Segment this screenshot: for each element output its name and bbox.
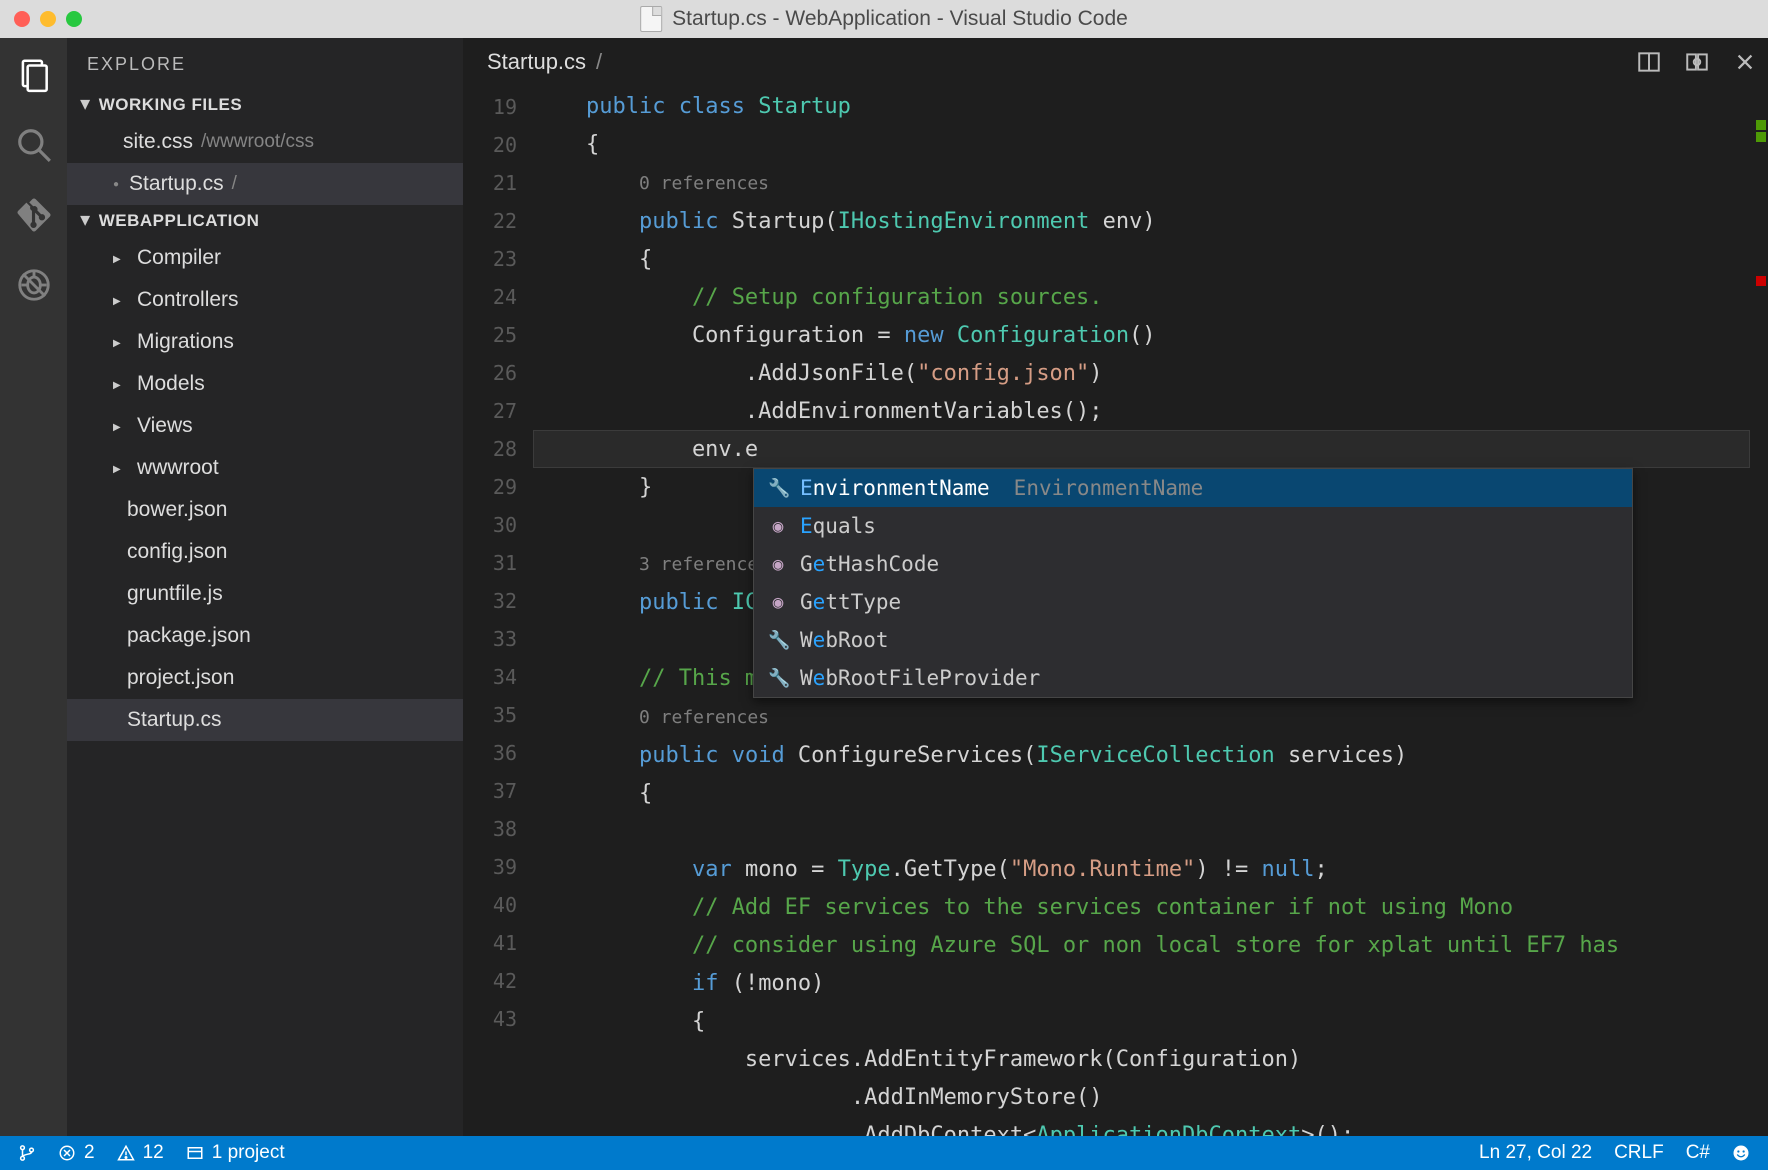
minimize-window-button[interactable] bbox=[40, 11, 56, 27]
wrench-icon: 🔧 bbox=[768, 630, 788, 651]
split-editor-icon[interactable] bbox=[1636, 49, 1662, 75]
working-file-item[interactable]: site.css/wwwroot/css bbox=[67, 121, 463, 163]
dirty-indicator: ● bbox=[113, 179, 119, 190]
file-hint: / bbox=[232, 173, 237, 195]
line-numbers: 1920212223242526272829303132333435363738… bbox=[463, 86, 533, 1038]
overview-mark bbox=[1756, 132, 1766, 142]
folder-item[interactable]: Migrations bbox=[67, 321, 463, 363]
suggest-item[interactable]: ◉GetHashCode bbox=[754, 545, 1632, 583]
status-bar: 2 12 1 project Ln 27, Col 22 CRLF C# bbox=[0, 1136, 1768, 1170]
editor-body[interactable]: 1920212223242526272829303132333435363738… bbox=[463, 86, 1768, 1136]
chevron-right-icon bbox=[113, 461, 127, 475]
status-projects[interactable]: 1 project bbox=[186, 1142, 285, 1164]
tree-item-label: project.json bbox=[127, 666, 234, 690]
overview-mark bbox=[1756, 276, 1766, 286]
file-item[interactable]: gruntfile.js bbox=[67, 573, 463, 615]
folder-item[interactable]: Models bbox=[67, 363, 463, 405]
activity-bar bbox=[0, 38, 67, 1136]
tab-active-name[interactable]: Startup.cs bbox=[487, 49, 586, 75]
search-icon[interactable] bbox=[15, 126, 53, 164]
status-ln-col[interactable]: Ln 27, Col 22 bbox=[1479, 1142, 1592, 1164]
editor-group: Startup.cs / 192021222324252627282930313… bbox=[463, 38, 1768, 1136]
overview-mark bbox=[1756, 120, 1766, 130]
chevron-right-icon bbox=[113, 335, 127, 349]
suggest-item[interactable]: 🔧WebRoot bbox=[754, 621, 1632, 659]
file-item[interactable]: project.json bbox=[67, 657, 463, 699]
suggest-widget[interactable]: 🔧EnvironmentNameEnvironmentName◉Equals◉G… bbox=[753, 468, 1633, 698]
cube-icon: ◉ bbox=[768, 516, 788, 537]
tree-item-label: wwwroot bbox=[137, 456, 219, 480]
git-icon[interactable] bbox=[15, 196, 53, 234]
chevron-down-icon: ▶ bbox=[79, 100, 93, 110]
working-files-label: WORKING FILES bbox=[99, 95, 242, 115]
tree-item-label: Models bbox=[137, 372, 205, 396]
project-label: WEBAPPLICATION bbox=[99, 211, 260, 231]
suggest-item[interactable]: 🔧WebRootFileProvider bbox=[754, 659, 1632, 697]
tab-active-hint: / bbox=[596, 49, 602, 75]
working-files-list: site.css/wwwroot/css ● Startup.cs / bbox=[67, 121, 463, 205]
suggest-detail: EnvironmentName bbox=[1014, 476, 1204, 500]
tree-item-label: config.json bbox=[127, 540, 227, 564]
tree-item-label: Startup.cs bbox=[127, 708, 222, 732]
zoom-window-button[interactable] bbox=[66, 11, 82, 27]
suggest-item[interactable]: ◉Equals bbox=[754, 507, 1632, 545]
project-section[interactable]: ▶ WEBAPPLICATION bbox=[67, 205, 463, 237]
editor-tabline: Startup.cs / bbox=[463, 38, 1768, 86]
cube-icon: ◉ bbox=[768, 592, 788, 613]
titlebar: Startup.cs - WebApplication - Visual Stu… bbox=[0, 0, 1768, 38]
status-warnings[interactable]: 12 bbox=[117, 1142, 164, 1164]
file-item[interactable]: package.json bbox=[67, 615, 463, 657]
explorer-icon[interactable] bbox=[15, 56, 53, 94]
status-errors-count: 2 bbox=[84, 1142, 95, 1164]
file-name: Startup.cs bbox=[129, 172, 224, 196]
tree-item-label: package.json bbox=[127, 624, 251, 648]
tree-item-label: Controllers bbox=[137, 288, 239, 312]
wrench-icon: 🔧 bbox=[768, 478, 788, 499]
suggest-item[interactable]: ◉GettType bbox=[754, 583, 1632, 621]
status-eol[interactable]: CRLF bbox=[1614, 1142, 1664, 1164]
cube-icon: ◉ bbox=[768, 554, 788, 575]
traffic-lights bbox=[14, 11, 82, 27]
working-files-section[interactable]: ▶ WORKING FILES bbox=[67, 89, 463, 121]
status-errors[interactable]: 2 bbox=[58, 1142, 95, 1164]
compare-icon[interactable] bbox=[1684, 49, 1710, 75]
chevron-right-icon bbox=[113, 377, 127, 391]
close-window-button[interactable] bbox=[14, 11, 30, 27]
wrench-icon: 🔧 bbox=[768, 668, 788, 689]
status-feedback-icon[interactable] bbox=[1732, 1144, 1750, 1162]
explorer-sidebar: EXPLORE ▶ WORKING FILES site.css/wwwroot… bbox=[67, 38, 463, 1136]
folder-item[interactable]: Views bbox=[67, 405, 463, 447]
document-icon bbox=[640, 6, 662, 32]
file-name: site.css bbox=[123, 130, 193, 154]
chevron-right-icon bbox=[113, 293, 127, 307]
status-warnings-count: 12 bbox=[143, 1142, 164, 1164]
working-file-item[interactable]: ● Startup.cs / bbox=[67, 163, 463, 205]
file-item[interactable]: config.json bbox=[67, 531, 463, 573]
tree-item-label: Migrations bbox=[137, 330, 234, 354]
folder-item[interactable]: wwwroot bbox=[67, 447, 463, 489]
status-language[interactable]: C# bbox=[1686, 1142, 1710, 1164]
file-hint: /wwwroot/css bbox=[201, 131, 314, 153]
overview-ruler[interactable] bbox=[1750, 86, 1768, 1136]
tree-item-label: Views bbox=[137, 414, 193, 438]
tree-item-label: gruntfile.js bbox=[127, 582, 223, 606]
tree-item-label: bower.json bbox=[127, 498, 227, 522]
close-editor-icon[interactable] bbox=[1732, 49, 1758, 75]
file-item[interactable]: bower.json bbox=[67, 489, 463, 531]
status-projects-label: 1 project bbox=[212, 1142, 285, 1164]
tree-item-label: Compiler bbox=[137, 246, 221, 270]
chevron-right-icon bbox=[113, 419, 127, 433]
sidebar-title: EXPLORE bbox=[67, 38, 463, 89]
window-title: Startup.cs - WebApplication - Visual Stu… bbox=[672, 7, 1128, 31]
project-tree: Compiler Controllers Migrations Models Views… bbox=[67, 237, 463, 741]
file-item[interactable]: Startup.cs bbox=[67, 699, 463, 741]
status-git-branch[interactable] bbox=[18, 1144, 36, 1162]
debug-icon[interactable] bbox=[15, 266, 53, 304]
folder-item[interactable]: Controllers bbox=[67, 279, 463, 321]
folder-item[interactable]: Compiler bbox=[67, 237, 463, 279]
chevron-down-icon: ▶ bbox=[79, 216, 93, 226]
chevron-right-icon bbox=[113, 251, 127, 265]
suggest-item[interactable]: 🔧EnvironmentNameEnvironmentName bbox=[754, 469, 1632, 507]
